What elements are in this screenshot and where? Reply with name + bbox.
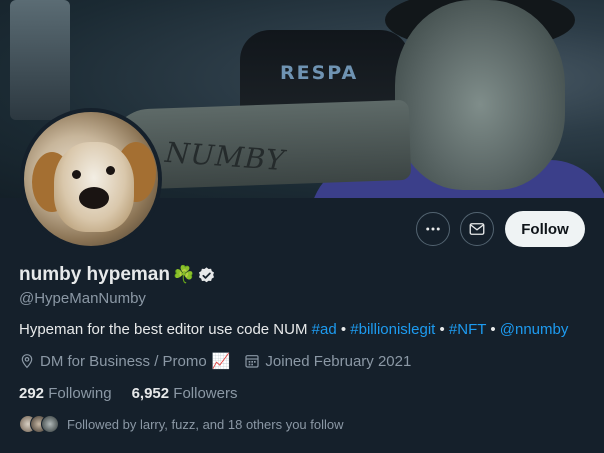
verified-badge-icon[interactable] <box>197 266 216 285</box>
followers-count: 6,952 <box>131 385 170 402</box>
dog-eye <box>72 170 81 179</box>
message-button[interactable] <box>460 212 494 246</box>
banner-chair-brand: RESPA <box>280 62 359 84</box>
hashtag-billionislegit-link[interactable]: #billionislegit <box>350 321 435 338</box>
dog-eye <box>106 166 115 175</box>
chart-increasing-emoji: 📈 <box>211 353 231 370</box>
followers-link[interactable]: 6,952 Followers <box>132 385 238 402</box>
location-item: DM for Business / Promo 📈 <box>19 352 230 370</box>
joined-item: Joined February 2021 <box>244 353 411 370</box>
location-pin-icon <box>21 354 33 369</box>
banner-lamp <box>10 0 70 120</box>
mutual-avatar <box>41 415 59 433</box>
profile-bio: Hypeman for the best editor use code NUM… <box>19 321 568 338</box>
bio-separator: • <box>486 321 500 338</box>
following-label: Following <box>48 385 112 402</box>
bio-separator: • <box>435 321 449 338</box>
hashtag-ad-link[interactable]: #ad <box>312 321 337 338</box>
banner-face <box>395 0 565 190</box>
follow-button[interactable]: Follow <box>505 211 585 247</box>
followed-by-text: Followed by larry, fuzz, and 18 others y… <box>67 416 344 432</box>
display-name-row: numby hypeman ☘️ <box>19 264 216 286</box>
bio-text: Hypeman for the best editor use code NUM <box>19 321 312 338</box>
followers-label: Followers <box>173 385 238 402</box>
envelope-icon <box>469 223 485 235</box>
user-handle: @HypeManNumby <box>19 290 146 307</box>
following-count: 292 <box>19 385 45 402</box>
joined-date: Joined February 2021 <box>265 352 412 370</box>
bio-separator: • <box>336 321 351 338</box>
follow-stats: 292 Following 6,952 Followers <box>19 385 237 402</box>
profile-meta: DM for Business / Promo 📈 Joined Februar… <box>19 352 425 370</box>
followed-by-row[interactable]: Followed by larry, fuzz, and 18 others y… <box>19 415 344 433</box>
location-text: DM for Business / Promo <box>40 352 207 370</box>
calendar-icon <box>245 355 260 368</box>
more-horizontal-icon <box>426 227 440 231</box>
hashtag-nft-link[interactable]: #NFT <box>449 321 486 338</box>
more-button[interactable] <box>416 212 450 246</box>
mutual-avatars <box>19 415 59 433</box>
clover-emoji: ☘️ <box>172 265 195 284</box>
mention-nnumby-link[interactable]: @nnumby <box>500 321 569 338</box>
display-name: numby hypeman <box>19 264 170 285</box>
following-link[interactable]: 292 Following <box>19 385 112 402</box>
dog-nose <box>79 187 109 209</box>
profile-avatar[interactable] <box>20 108 162 250</box>
